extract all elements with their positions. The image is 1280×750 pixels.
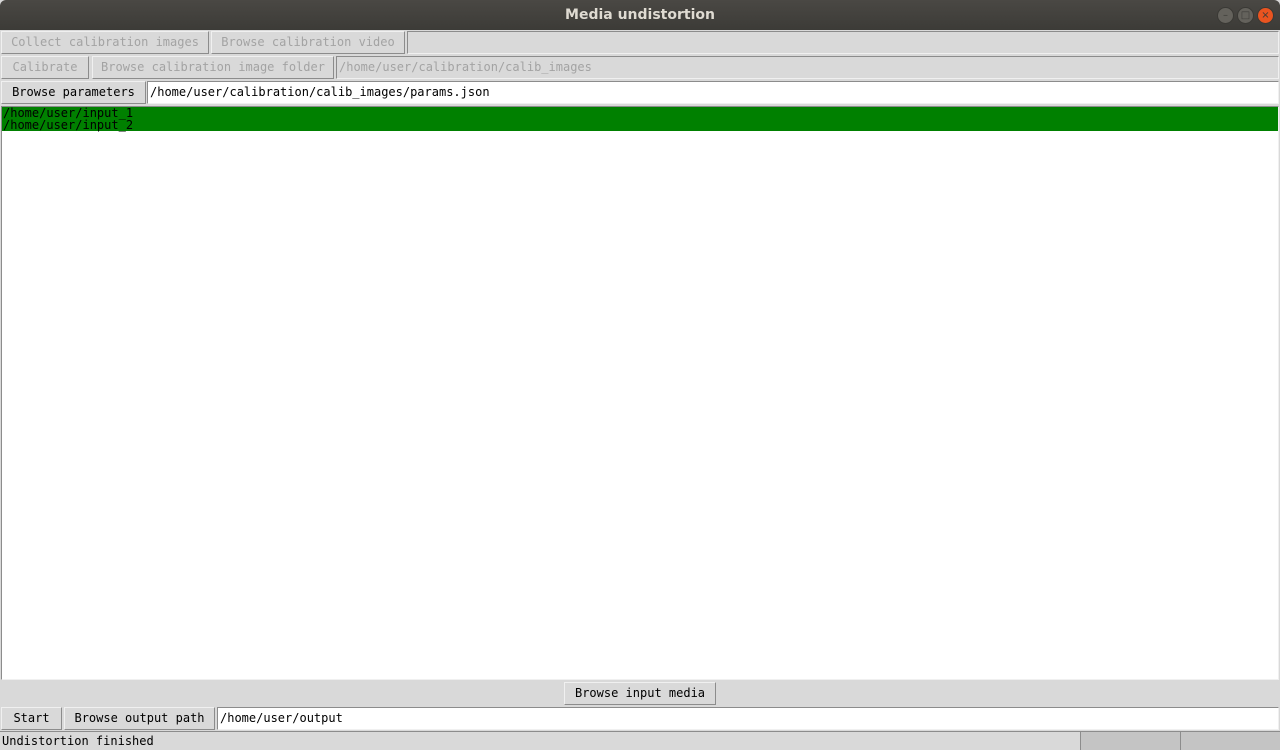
- browse-output-path-button[interactable]: Browse output path: [64, 707, 215, 730]
- calibration-video-path-field[interactable]: [407, 31, 1279, 54]
- calibration-folder-path-field[interactable]: /home/user/calibration/calib_images: [336, 56, 1279, 79]
- parameters-path-field[interactable]: /home/user/calibration/calib_images/para…: [147, 81, 1279, 104]
- minimize-icon[interactable]: –: [1217, 7, 1234, 24]
- browse-calibration-video-button[interactable]: Browse calibration video: [211, 31, 405, 54]
- input-media-list[interactable]: /home/user/input_1 /home/user/input_2: [1, 106, 1279, 680]
- maximize-icon[interactable]: □: [1237, 7, 1254, 24]
- status-bar: Undistortion finished: [0, 731, 1280, 750]
- browse-parameters-button[interactable]: Browse parameters: [1, 81, 146, 104]
- browse-calibration-image-folder-button[interactable]: Browse calibration image folder: [92, 56, 334, 79]
- close-icon[interactable]: ×: [1257, 7, 1274, 24]
- calibrate-button[interactable]: Calibrate: [1, 56, 89, 79]
- status-cell: [1080, 732, 1180, 750]
- status-message: Undistortion finished: [2, 734, 154, 748]
- window-title: Media undistortion: [565, 7, 715, 23]
- status-cell: [1180, 732, 1280, 750]
- list-item[interactable]: /home/user/input_2: [2, 119, 1278, 131]
- output-path-field[interactable]: /home/user/output: [217, 707, 1279, 730]
- title-bar: Media undistortion – □ ×: [0, 0, 1280, 30]
- list-item[interactable]: /home/user/input_1: [2, 107, 1278, 119]
- start-button[interactable]: Start: [1, 707, 62, 730]
- collect-calibration-images-button[interactable]: Collect calibration images: [1, 31, 209, 54]
- browse-input-media-button[interactable]: Browse input media: [564, 682, 716, 705]
